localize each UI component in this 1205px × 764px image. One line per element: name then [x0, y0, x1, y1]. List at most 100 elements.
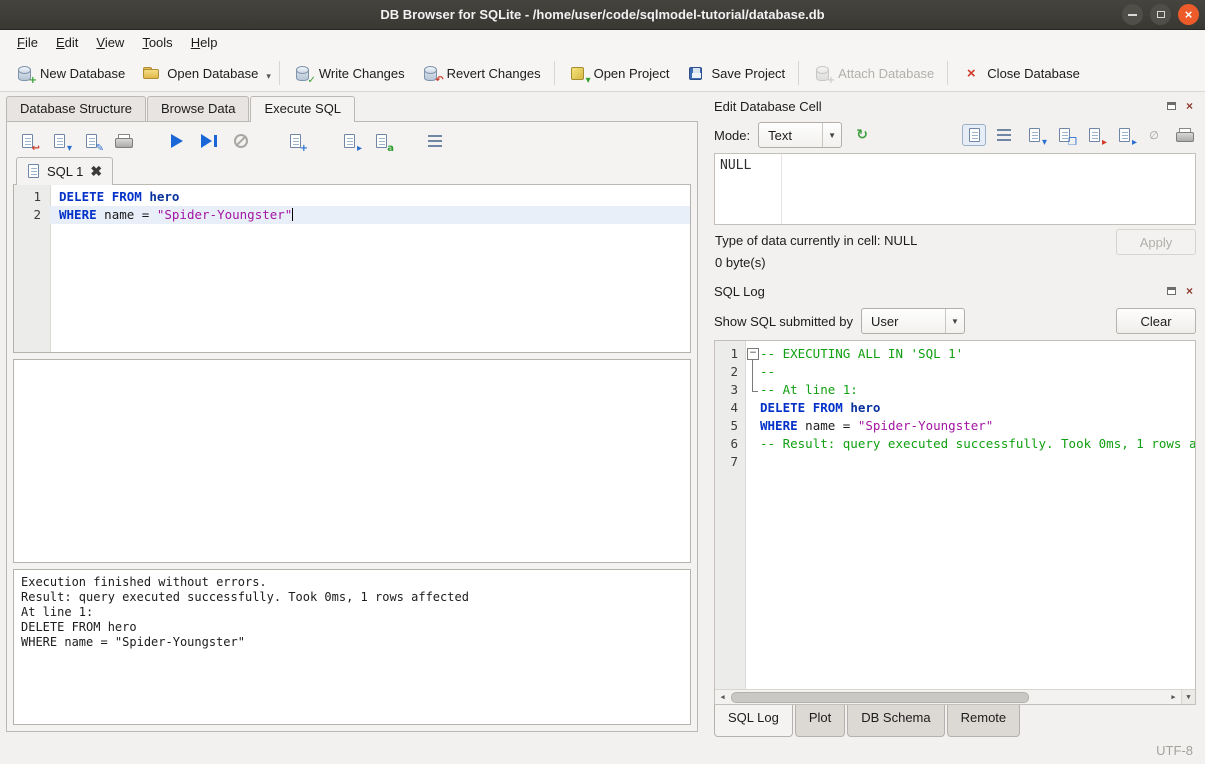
menu-view[interactable]: View	[87, 30, 133, 55]
code-line: 5WHERE name = "Spider-Youngster"	[715, 417, 1195, 435]
import-data-icon[interactable]: ▾	[1022, 124, 1046, 146]
save-sql-file-icon[interactable]: ▾	[49, 132, 69, 150]
new-tab-icon[interactable]: +	[285, 132, 305, 150]
window-title: DB Browser for SQLite - /home/user/code/…	[380, 7, 824, 22]
menu-file[interactable]: File	[8, 30, 47, 55]
maximize-button[interactable]	[1150, 4, 1171, 25]
save-project-button[interactable]: Save Project	[677, 59, 793, 87]
cell-editor[interactable]: NULL	[714, 153, 1196, 225]
fold-margin	[745, 417, 760, 435]
cell-value: NULL	[720, 158, 751, 173]
cell-size-info: 0 byte(s)	[715, 255, 1196, 270]
horizontal-scrollbar[interactable]: ◀ ▶ ▼	[715, 689, 1195, 704]
tab-execute-sql[interactable]: Execute SQL	[250, 96, 355, 122]
auto-switch-mode-icon[interactable]: ↻	[850, 124, 874, 146]
code-line: 6-- Result: query executed successfully.…	[715, 435, 1195, 453]
save-sql-as-icon[interactable]: ✎	[81, 132, 101, 150]
set-null-icon[interactable]: ∅	[1142, 124, 1166, 146]
execute-line-icon[interactable]	[199, 132, 219, 150]
scroll-down-icon[interactable]: ▼	[1181, 690, 1195, 704]
close-database-button[interactable]: × Close Database	[953, 59, 1088, 87]
menu-edit[interactable]: Edit	[47, 30, 87, 55]
menu-tools[interactable]: Tools	[133, 30, 181, 55]
attach-database-label: Attach Database	[838, 66, 934, 81]
stop-icon	[231, 132, 251, 150]
main-tabbar: Database Structure Browse Data Execute S…	[0, 92, 705, 121]
sql-tabbar: SQL 1 ✖	[13, 158, 691, 185]
open-database-chevron-down-icon[interactable]: ▾	[266, 63, 274, 84]
edit-cell-header: Edit Database Cell ×	[714, 95, 1196, 117]
close-database-label: Close Database	[987, 66, 1080, 81]
edit-cell-close-icon[interactable]: ×	[1183, 100, 1196, 113]
scrollbar-thumb[interactable]	[731, 692, 1029, 703]
left-pane: Database Structure Browse Data Execute S…	[0, 92, 705, 737]
new-database-label: New Database	[40, 66, 125, 81]
fold-collapse-icon[interactable]	[745, 345, 760, 363]
print-cell-icon[interactable]	[1172, 124, 1196, 146]
tab-remote[interactable]: Remote	[947, 705, 1021, 737]
new-database-button[interactable]: + New Database	[6, 59, 133, 87]
sql-editor[interactable]: 1DELETE FROM hero2WHERE name = "Spider-Y…	[13, 185, 691, 353]
mode-select[interactable]: Text ▼	[758, 122, 842, 148]
open-project-button[interactable]: ▾ Open Project	[560, 59, 678, 87]
right-pane: Edit Database Cell × Mode: Text ▼ ↻ ▾ ❐	[705, 92, 1205, 737]
sql-log-controls: Show SQL submitted by User ▼ Clear	[714, 302, 1196, 340]
tab-database-structure[interactable]: Database Structure	[6, 96, 146, 121]
main-toolbar: + New Database Open Database ▾ ✓ Write C…	[0, 55, 1205, 92]
find-replace-icon[interactable]: a	[371, 132, 391, 150]
close-window-button[interactable]: ×	[1178, 4, 1199, 25]
export-data-icon[interactable]: ▸	[1082, 124, 1106, 146]
tab-plot[interactable]: Plot	[795, 705, 845, 737]
code-line: 1DELETE FROM hero	[14, 188, 690, 206]
write-changes-label: Write Changes	[319, 66, 405, 81]
new-database-icon: +	[14, 64, 34, 82]
open-sql-file-icon[interactable]: ↩	[17, 132, 37, 150]
save-data-icon[interactable]: ▸	[1112, 124, 1136, 146]
write-changes-icon: ✓	[293, 64, 313, 82]
copy-data-icon[interactable]: ❐	[1052, 124, 1076, 146]
execute-sql-panel: ↩ ▾ ✎ + ▸ a	[6, 121, 698, 732]
format-sql-icon[interactable]	[425, 132, 445, 150]
open-database-label: Open Database	[167, 66, 258, 81]
close-icon: ×	[1185, 8, 1193, 21]
code-line: 3-- At line 1:	[715, 381, 1195, 399]
toolbar-separator	[798, 61, 799, 85]
code-line: 2--	[715, 363, 1195, 381]
sql-log-close-icon[interactable]: ×	[1183, 285, 1196, 298]
titlebar: DB Browser for SQLite - /home/user/code/…	[0, 0, 1205, 30]
menubar: File Edit View Tools Help	[0, 30, 1205, 55]
write-changes-button[interactable]: ✓ Write Changes	[285, 59, 413, 87]
export-sql-icon[interactable]: ▸	[339, 132, 359, 150]
clear-log-button[interactable]: Clear	[1116, 308, 1196, 334]
sql-log-view[interactable]: 1-- EXECUTING ALL IN 'SQL 1'2--3-- At li…	[714, 340, 1196, 705]
revert-changes-button[interactable]: ↶ Revert Changes	[413, 59, 549, 87]
tab-sql-log[interactable]: SQL Log	[714, 705, 793, 737]
sql-log-float-icon[interactable]	[1165, 285, 1178, 298]
bottom-tabbar: SQL Log Plot DB Schema Remote	[714, 705, 1196, 737]
scroll-right-icon[interactable]: ▶	[1166, 693, 1181, 701]
maximize-icon	[1157, 11, 1165, 18]
edit-cell-float-icon[interactable]	[1165, 100, 1178, 113]
tab-browse-data[interactable]: Browse Data	[147, 96, 249, 121]
open-database-button[interactable]: Open Database	[133, 59, 266, 87]
menu-help[interactable]: Help	[182, 30, 227, 55]
minimize-icon	[1128, 14, 1137, 16]
scroll-left-icon[interactable]: ◀	[715, 693, 730, 701]
print-sql-icon[interactable]	[113, 132, 133, 150]
main-area: Database Structure Browse Data Execute S…	[0, 92, 1205, 737]
word-wrap-icon[interactable]	[992, 124, 1016, 146]
log-filter-select[interactable]: User ▼	[861, 308, 965, 334]
sql-tab-close-icon[interactable]: ✖	[90, 164, 102, 178]
encoding-indicator[interactable]: UTF-8	[1156, 743, 1193, 758]
cell-info: Type of data currently in cell: NULL 0 b…	[714, 225, 1196, 280]
toolbar-separator	[554, 61, 555, 85]
minimize-button[interactable]	[1122, 4, 1143, 25]
sql-tab[interactable]: SQL 1 ✖	[16, 157, 113, 185]
results-grid[interactable]	[13, 359, 691, 563]
execute-all-icon[interactable]	[167, 132, 187, 150]
app-window: DB Browser for SQLite - /home/user/code/…	[0, 0, 1205, 764]
tab-db-schema[interactable]: DB Schema	[847, 705, 944, 737]
log-filter-label: Show SQL submitted by	[714, 314, 853, 329]
text-mode-icon[interactable]	[962, 124, 986, 146]
code-line: 4DELETE FROM hero	[715, 399, 1195, 417]
